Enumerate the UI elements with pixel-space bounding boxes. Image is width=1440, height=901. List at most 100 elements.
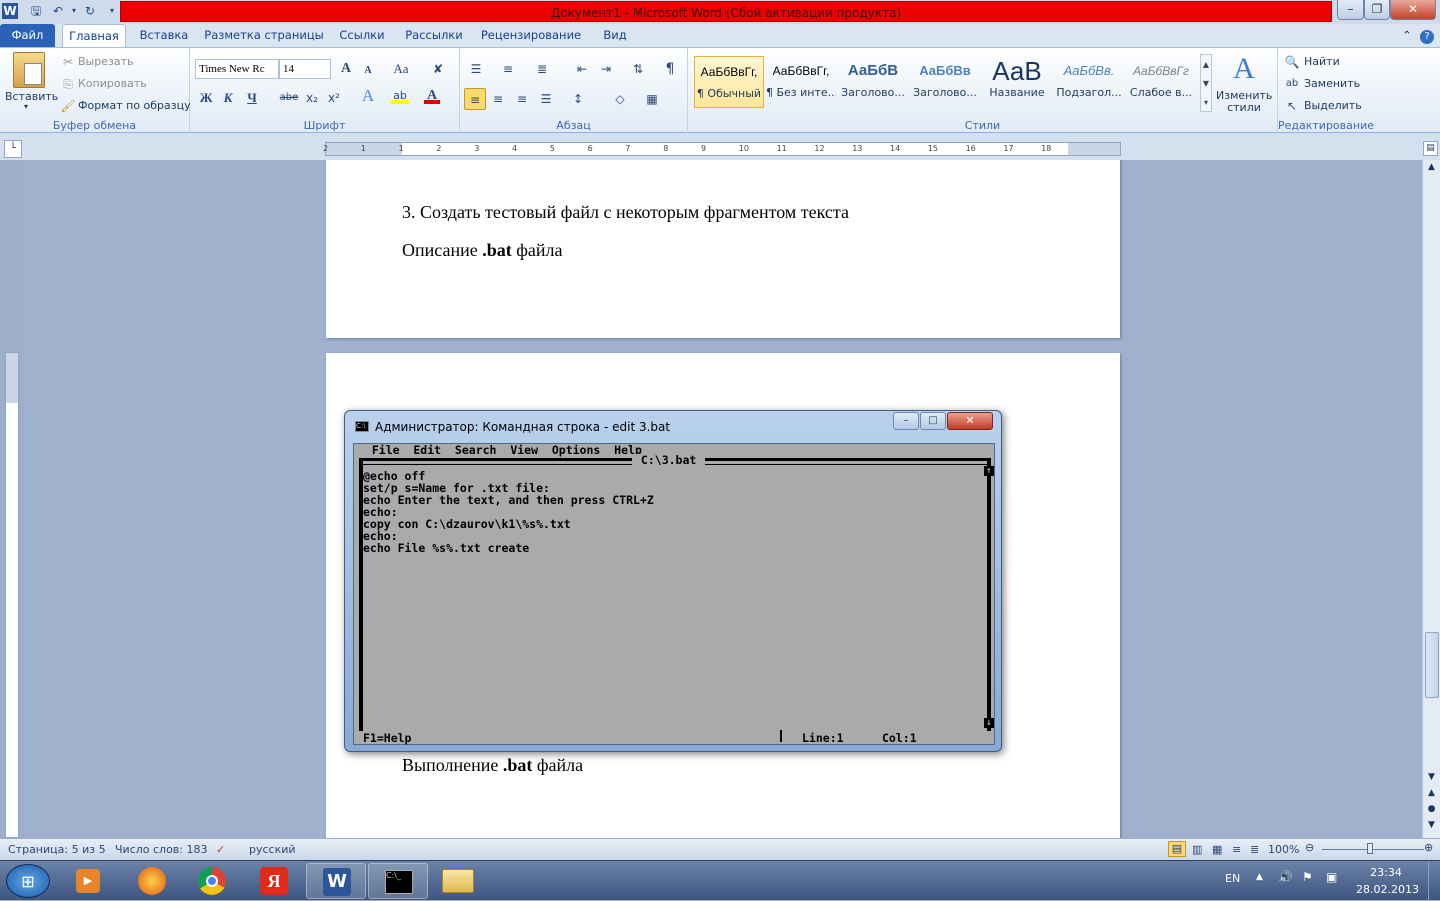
scroll-down-icon[interactable]: ▼ — [1425, 772, 1438, 784]
paste-button[interactable]: Вставить — [5, 90, 58, 103]
minimize-button[interactable]: – — [1337, 0, 1364, 20]
underline-icon[interactable]: Ч — [244, 90, 260, 106]
change-case-icon[interactable]: Aa — [390, 61, 412, 77]
align-left-icon[interactable]: ≡ — [464, 88, 486, 110]
tab-page-layout[interactable]: Разметка страницы — [204, 24, 324, 47]
draft-icon[interactable]: ≣ — [1250, 843, 1259, 856]
previous-page-icon[interactable]: ▲ — [1425, 788, 1438, 800]
browse-object-icon[interactable]: ● — [1425, 804, 1438, 816]
status-words[interactable]: Число слов: 183 — [115, 843, 208, 856]
tab-review[interactable]: Рецензирование — [478, 24, 584, 47]
taskbar-cmd[interactable]: C:\_ — [368, 863, 428, 899]
decrease-indent-icon[interactable]: ⇤ — [574, 61, 590, 77]
scroll-up-arrow-icon[interactable]: ↑ — [984, 466, 994, 476]
font-color-icon[interactable]: A — [424, 88, 440, 104]
replace-button[interactable]: Заменить — [1304, 77, 1360, 90]
next-page-icon[interactable]: ▼ — [1425, 820, 1438, 832]
bullets-icon[interactable]: ☰ — [468, 61, 484, 77]
taskbar-explorer[interactable] — [428, 863, 488, 899]
align-center-icon[interactable]: ≡ — [490, 91, 506, 107]
show-marks-icon[interactable]: ¶ — [662, 61, 678, 77]
highlight-icon[interactable]: ab — [390, 88, 410, 104]
close-button[interactable]: ✕ — [1390, 0, 1436, 20]
scroll-down-arrow-icon[interactable]: ↓ — [984, 718, 994, 728]
borders-icon[interactable]: ▦ — [644, 91, 660, 107]
increase-indent-icon[interactable]: ⇥ — [598, 61, 614, 77]
paste-icon[interactable] — [13, 52, 45, 88]
taskbar-yandex[interactable]: Я — [244, 863, 304, 899]
tab-references[interactable]: Ссылки — [334, 24, 390, 47]
style-title[interactable]: АаВ Название — [982, 56, 1052, 108]
cmd-maximize-button[interactable]: □ — [920, 412, 946, 430]
taskbar-chrome[interactable] — [182, 863, 242, 899]
customize-quick-access-icon[interactable]: ▾ — [104, 3, 120, 19]
font-size-combo[interactable]: 14 — [279, 59, 331, 79]
save-icon[interactable]: 🖫 — [28, 3, 44, 19]
tab-mailings[interactable]: Рассылки — [400, 24, 468, 47]
full-screen-reading-icon[interactable]: ▥ — [1192, 843, 1202, 856]
italic-icon[interactable]: К — [220, 90, 236, 106]
tab-selector-icon[interactable]: └ — [4, 140, 22, 158]
show-hidden-icons-icon[interactable]: ▲ — [1256, 872, 1263, 882]
style-heading-1[interactable]: АаБбВ Заголово... — [838, 56, 908, 108]
taskbar-firefox[interactable] — [122, 863, 182, 899]
copy-button[interactable]: Копировать — [78, 77, 147, 90]
subscript-icon[interactable]: x₂ — [304, 90, 320, 106]
clock-date[interactable]: 28.02.2013 — [1356, 883, 1419, 896]
format-painter-button[interactable]: Формат по образцу — [78, 99, 191, 112]
start-button[interactable]: ⊞ — [6, 864, 50, 898]
align-right-icon[interactable]: ≡ — [514, 91, 530, 107]
line-spacing-icon[interactable]: ↕ — [570, 91, 586, 107]
clear-formatting-icon[interactable]: ✘ — [430, 61, 446, 77]
edit-menu-bar[interactable]: File Edit Search View Options Help — [358, 444, 642, 456]
cmd-minimize-button[interactable]: – — [893, 412, 919, 430]
web-layout-icon[interactable]: ▦ — [1212, 843, 1222, 856]
zoom-level[interactable]: 100% — [1268, 843, 1299, 856]
tab-view[interactable]: Вид — [594, 24, 636, 47]
status-page[interactable]: Страница: 5 из 5 — [8, 843, 106, 856]
bold-icon[interactable]: Ж — [198, 90, 214, 106]
tab-file[interactable]: Файл — [0, 24, 55, 47]
redo-icon[interactable]: ↻ — [82, 3, 98, 19]
text-effects-icon[interactable]: A — [360, 87, 376, 104]
print-layout-icon[interactable]: ▤ — [1168, 841, 1186, 857]
sort-icon[interactable]: ⇅ — [630, 61, 646, 77]
volume-icon[interactable]: 🔊 — [1278, 870, 1293, 884]
taskbar-word[interactable]: W — [306, 863, 366, 899]
find-button[interactable]: Найти — [1304, 55, 1340, 68]
style-heading-2[interactable]: АаБбВв Заголово... — [910, 56, 980, 108]
grow-font-icon[interactable]: A — [338, 61, 354, 77]
keyboard-language[interactable]: EN — [1225, 872, 1240, 885]
zoom-slider-thumb[interactable] — [1367, 843, 1373, 854]
cmd-close-button[interactable]: ✕ — [947, 412, 993, 430]
zoom-out-icon[interactable]: ⊖ — [1305, 841, 1314, 854]
numbering-icon[interactable]: ≡ — [500, 61, 516, 77]
maximize-button[interactable]: ❐ — [1364, 0, 1390, 20]
horizontal-ruler[interactable]: 2 1 1 2 3 4 5 6 7 8 9 10 11 12 13 14 15 16 17 18 — [323, 142, 1121, 156]
outline-icon[interactable]: ≡ — [1232, 843, 1241, 856]
minimize-ribbon-icon[interactable]: ⌃ — [1398, 24, 1416, 47]
cut-button[interactable]: Вырезать — [78, 55, 133, 68]
clock-time[interactable]: 23:34 — [1356, 866, 1416, 879]
view-ruler-icon[interactable]: ▤ — [1423, 141, 1438, 156]
multilevel-list-icon[interactable]: ≣ — [534, 61, 550, 77]
justify-icon[interactable]: ☰ — [538, 91, 554, 107]
shading-icon[interactable]: ◇ — [612, 91, 628, 107]
style-no-spacing[interactable]: АаБбВвГг, ¶ Без инте... — [766, 56, 836, 108]
vertical-ruler[interactable] — [5, 352, 19, 838]
taskbar-media-player[interactable]: ▶ — [58, 863, 118, 899]
cmd-screenshot-image[interactable]: C:\ Администратор: Командная строка - ed… — [344, 410, 1002, 752]
zoom-slider[interactable] — [1322, 849, 1424, 850]
tab-insert[interactable]: Вставка — [134, 24, 194, 47]
help-icon[interactable]: ? — [1420, 30, 1434, 44]
shrink-font-icon[interactable]: A — [360, 63, 376, 79]
word-app-icon[interactable]: W — [2, 3, 18, 19]
spellcheck-icon[interactable]: ✓ — [216, 843, 225, 856]
undo-dropdown-icon[interactable]: ▾ — [66, 3, 82, 19]
select-button[interactable]: Выделить — [1304, 99, 1362, 112]
status-language[interactable]: русский — [249, 843, 296, 856]
style-normal[interactable]: АаБбВвГг, ¶ Обычный — [694, 56, 764, 108]
styles-scroll[interactable]: ▲ ▼ ▾ — [1200, 54, 1212, 112]
network-icon[interactable]: ▣ — [1326, 870, 1337, 884]
superscript-icon[interactable]: x² — [326, 90, 342, 106]
